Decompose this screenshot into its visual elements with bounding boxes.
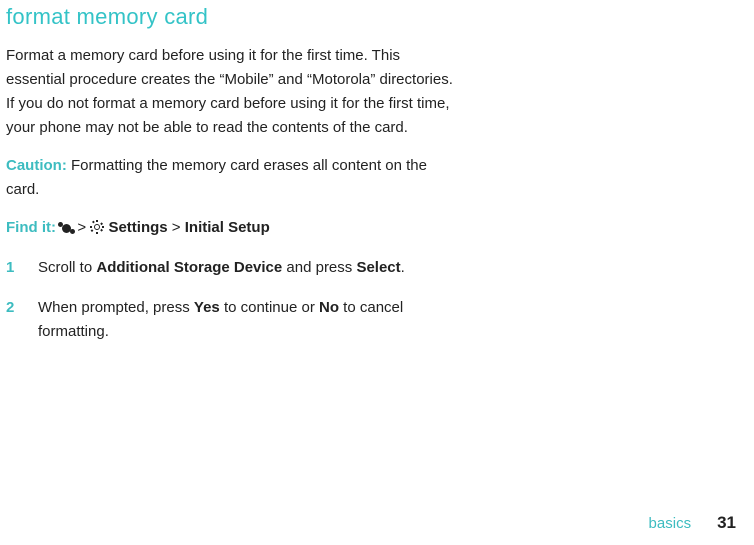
page-title: format memory card	[6, 4, 732, 30]
find-it-line: Find it: > Settings > Initial Setup	[6, 216, 458, 242]
find-it-label: Find it:	[6, 219, 60, 236]
caution-label: Caution:	[6, 157, 67, 174]
page-number: 31	[717, 513, 736, 532]
settings-label: Settings	[108, 219, 167, 236]
step-text: to continue or	[220, 299, 319, 316]
step-text: .	[401, 259, 405, 276]
footer-section: basics	[649, 515, 692, 532]
initial-setup-label: Initial Setup	[185, 219, 270, 236]
caution-paragraph: Caution: Formatting the memory card eras…	[6, 154, 458, 202]
step-bold: Select	[356, 259, 400, 276]
caution-text: Formatting the memory card erases all co…	[6, 157, 427, 198]
menu-icon	[62, 224, 71, 233]
intro-paragraph: Format a memory card before using it for…	[6, 44, 458, 140]
step-text: Scroll to	[38, 259, 96, 276]
step-item: When prompted, press Yes to continue or …	[6, 296, 458, 344]
step-bold: Additional Storage Device	[96, 259, 282, 276]
step-bold: No	[319, 299, 339, 316]
page-footer: basics 31	[649, 513, 736, 533]
step-item: Scroll to Additional Storage Device and …	[6, 256, 458, 280]
steps-list: Scroll to Additional Storage Device and …	[6, 256, 458, 344]
step-text: and press	[282, 259, 356, 276]
step-bold: Yes	[194, 299, 220, 316]
settings-icon	[90, 218, 104, 242]
step-text: When prompted, press	[38, 299, 194, 316]
